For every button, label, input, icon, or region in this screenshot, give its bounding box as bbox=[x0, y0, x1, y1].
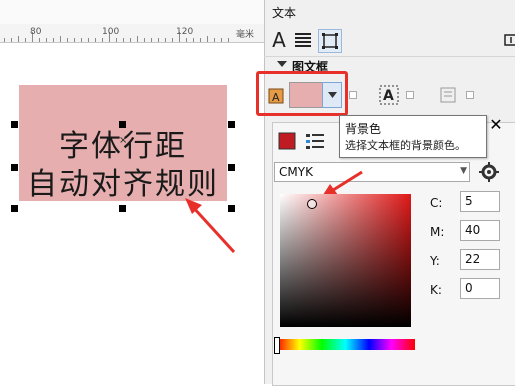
resize-handle-r[interactable] bbox=[228, 164, 235, 171]
frame-text-toggle[interactable] bbox=[406, 91, 414, 99]
chevron-down-icon: ▼ bbox=[460, 166, 467, 176]
gear-icon[interactable] bbox=[478, 161, 500, 183]
paragraph-icon[interactable] bbox=[292, 29, 314, 51]
dock-icon[interactable] bbox=[500, 29, 515, 51]
resize-handle-l[interactable] bbox=[11, 164, 18, 171]
hue-slider[interactable] bbox=[276, 339, 415, 350]
black-label: K: bbox=[430, 283, 442, 297]
ruler-label-120: 120 bbox=[176, 27, 194, 37]
frame-columns-toggle[interactable] bbox=[466, 91, 474, 99]
center-mark: × bbox=[119, 135, 128, 146]
svg-text:A: A bbox=[383, 88, 394, 104]
tooltip-title: 背景色 bbox=[345, 122, 382, 136]
lock-toggle[interactable] bbox=[349, 91, 357, 99]
panel-toolbar: A bbox=[264, 26, 515, 57]
tooltip: 背景色 选择文本框的背景颜色。 bbox=[339, 115, 487, 158]
close-icon[interactable]: ✕ bbox=[486, 116, 506, 134]
text-A-icon[interactable]: A bbox=[268, 28, 290, 52]
annotation-arrow-canvas bbox=[185, 198, 236, 254]
color-field-cursor[interactable] bbox=[307, 199, 317, 209]
palette-settings-icon[interactable] bbox=[305, 132, 325, 150]
canvas-top-strip bbox=[0, 0, 264, 25]
ruler-units: 毫米 bbox=[236, 30, 255, 40]
frame-icon[interactable] bbox=[318, 29, 342, 53]
hue-slider-thumb[interactable] bbox=[274, 337, 280, 354]
resize-handle-tr[interactable] bbox=[228, 121, 235, 128]
resize-handle-bl[interactable] bbox=[11, 205, 18, 212]
ruler-label-80: 80 bbox=[30, 27, 42, 37]
color-saturation-field[interactable] bbox=[280, 194, 411, 327]
yellow-label: Y: bbox=[430, 254, 440, 268]
color-model-select[interactable]: CMYK ▼ bbox=[274, 162, 470, 182]
fill-swatch-icon[interactable] bbox=[278, 132, 296, 150]
color-model-value: CMYK bbox=[279, 165, 313, 179]
collapse-arrow-icon[interactable] bbox=[277, 61, 287, 67]
black-input[interactable]: 0 bbox=[460, 278, 500, 299]
ruler-label-100: 100 bbox=[102, 27, 120, 37]
annotation-highlight-box bbox=[256, 71, 348, 116]
magenta-input[interactable]: 40 bbox=[460, 220, 500, 241]
cyan-input[interactable]: 5 bbox=[460, 191, 500, 212]
text-frame[interactable]: 字体行距 自动对齐规则 × bbox=[11, 81, 235, 212]
yellow-input[interactable]: 22 bbox=[460, 249, 500, 270]
panel-title: 文本 bbox=[272, 6, 297, 20]
tooltip-description: 选择文本框的背景颜色。 bbox=[345, 139, 466, 152]
magenta-label: M: bbox=[430, 225, 445, 239]
horizontal-ruler[interactable]: 80 100 120 毫米 bbox=[0, 24, 264, 43]
resize-handle-tl[interactable] bbox=[11, 121, 18, 128]
resize-handle-t[interactable] bbox=[119, 121, 126, 128]
frame-text-icon[interactable]: A bbox=[378, 85, 400, 105]
resize-handle-b[interactable] bbox=[119, 205, 126, 212]
cyan-label: C: bbox=[430, 196, 443, 210]
frame-columns-icon[interactable] bbox=[438, 86, 458, 104]
